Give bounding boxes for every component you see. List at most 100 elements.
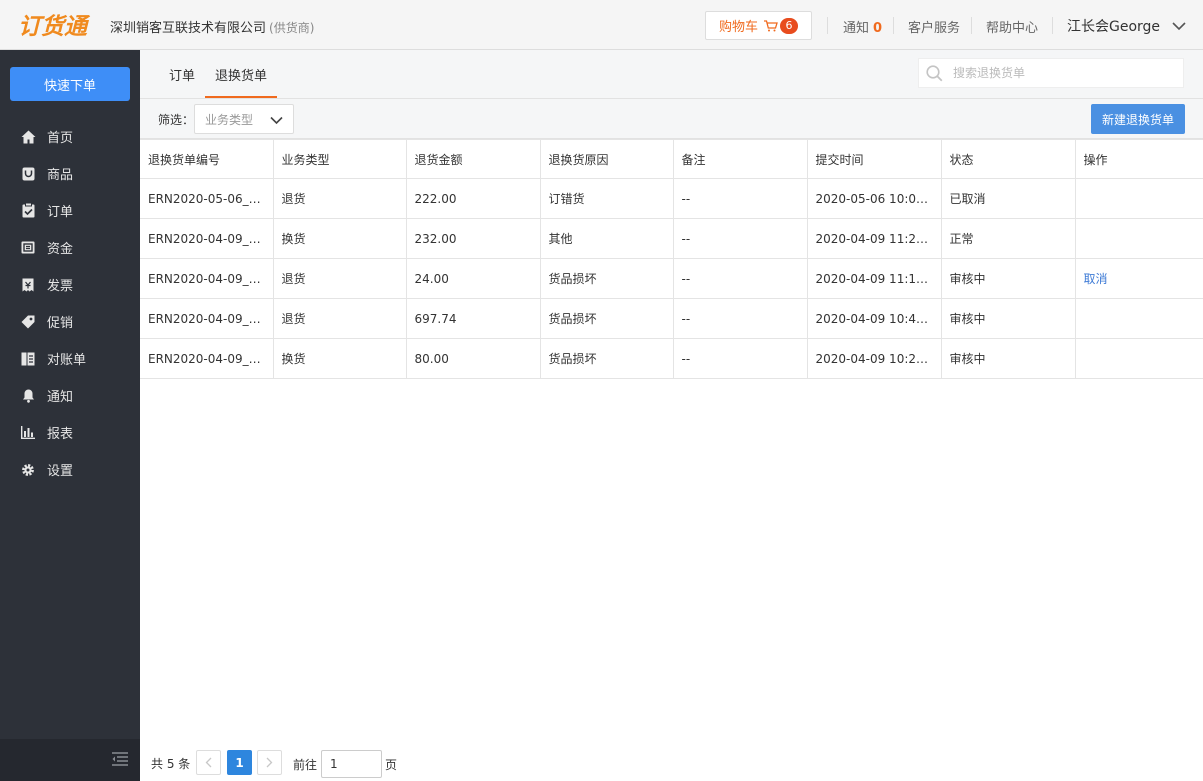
top-bar: 订货通 深圳销客互联技术有限公司 (供货商) 购物车 6 通知 0 客户服务 帮助中… [0, 0, 1203, 50]
goto-suffix: 页 [385, 758, 398, 772]
sidebar-item-label: 订单 [47, 205, 74, 220]
sidebar-item-label: 通知 [47, 390, 74, 405]
svg-text:订货通: 订货通 [18, 14, 91, 39]
bar-chart-icon [20, 425, 36, 441]
search-icon [926, 64, 943, 82]
order-id-link[interactable]: ERN2020-04-09_0… [140, 258, 274, 299]
sidebar-item-label: 发票 [47, 279, 74, 294]
cancel-link[interactable]: 取消 [1084, 272, 1108, 286]
bag-icon [20, 166, 36, 182]
note-cell: -- [672, 298, 808, 339]
time-cell: 2020-04-09 10:25:37 [806, 338, 942, 379]
status-cell: 审核中 [940, 258, 1076, 299]
amount-cell: 232.00 [405, 218, 541, 259]
sidebar-item-notice[interactable]: 通知 [0, 377, 140, 414]
tab-bar: 订单 退换货单 [140, 50, 1203, 99]
order-id-link[interactable]: ERN2020-04-09_0… [140, 338, 274, 379]
return-orders-table: 退换货单编号 业务类型 退货金额 退换货原因 备注 提交时间 状态 操作 ERN… [140, 139, 1203, 379]
status-cell: 正常 [940, 218, 1076, 259]
divider [971, 17, 972, 34]
next-page-button[interactable] [257, 750, 282, 775]
sidebar-item-label: 首页 [47, 131, 74, 146]
user-menu[interactable]: 江长会George [1067, 16, 1186, 36]
table-row: ERN2020-05-06_0… 退货 222.00 订错货 -- 2020-0… [140, 178, 1203, 219]
cart-icon [764, 19, 778, 32]
status-cell: 已取消 [940, 178, 1076, 219]
reason-cell: 货品损坏 [539, 258, 674, 299]
sidebar-item-products[interactable]: 商品 [0, 155, 140, 192]
note-cell: -- [672, 338, 808, 379]
business-type-cell: 退货 [272, 298, 407, 339]
company-name: 深圳销客互联技术有限公司 (供货商) [110, 17, 314, 36]
business-type-cell: 换货 [272, 218, 407, 259]
filter-label: 筛选： [158, 113, 195, 127]
divider [1052, 17, 1053, 34]
cart-button[interactable]: 购物车 6 [705, 11, 812, 40]
money-icon [20, 240, 36, 256]
page-number-button[interactable]: 1 [227, 750, 252, 775]
order-id-link[interactable]: ERN2020-05-06_0… [140, 178, 274, 219]
time-cell: 2020-05-06 10:05:21 [806, 178, 942, 219]
sidebar-item-home[interactable]: 首页 [0, 118, 140, 155]
gear-icon [20, 462, 36, 478]
column-header: 状态 [940, 139, 1076, 179]
order-id-link[interactable]: ERN2020-04-09_0… [140, 298, 274, 339]
company-role: (供货商) [269, 21, 315, 35]
time-cell: 2020-04-09 11:11:11 [806, 258, 942, 299]
logo-icon: 订货通 [18, 14, 91, 39]
tab-returns[interactable]: 退换货单 [215, 65, 267, 84]
sidebar-item-label: 对账单 [47, 353, 87, 368]
goto-label: 前往 [293, 758, 318, 772]
pagination: 共 5 条 1 前往 页 [140, 745, 1203, 781]
select-placeholder: 业务类型 [205, 112, 254, 127]
quick-order-button[interactable]: 快速下单 [10, 67, 130, 101]
clipboard-icon [20, 203, 36, 219]
action-cell [1074, 338, 1203, 379]
amount-cell: 24.00 [405, 258, 541, 299]
total-count: 共 5 条 [151, 757, 191, 771]
sidebar-item-settings[interactable]: 设置 [0, 451, 140, 488]
cart-count-badge: 6 [780, 17, 798, 34]
order-id-link[interactable]: ERN2020-04-09_0… [140, 218, 274, 259]
sidebar-item-orders[interactable]: 订单 [0, 192, 140, 229]
tab-orders[interactable]: 订单 [169, 65, 195, 84]
amount-cell: 80.00 [405, 338, 541, 379]
divider [893, 17, 894, 34]
sidebar-item-invoice[interactable]: 发票 [0, 266, 140, 303]
sidebar-item-promotion[interactable]: 促销 [0, 303, 140, 340]
collapse-menu-icon[interactable] [112, 752, 128, 769]
amount-cell: 697.74 [405, 298, 541, 339]
reason-cell: 货品损坏 [539, 298, 674, 339]
notice-link[interactable]: 通知 0 [843, 17, 882, 36]
table-row: ERN2020-04-09_0… 换货 232.00 其他 -- 2020-04… [140, 218, 1203, 259]
new-return-order-button[interactable]: 新建退换货单 [1091, 104, 1185, 134]
goto-page-input[interactable] [321, 750, 382, 778]
sidebar-item-reports[interactable]: 报表 [0, 414, 140, 451]
active-tab-indicator [205, 96, 277, 98]
sidebar-item-label: 资金 [47, 242, 74, 257]
action-cell: 取消 [1074, 258, 1203, 299]
sidebar-item-funds[interactable]: 资金 [0, 229, 140, 266]
notice-count: 0 [873, 21, 883, 36]
search-box[interactable] [918, 58, 1184, 88]
reason-cell: 其他 [539, 218, 674, 259]
time-cell: 2020-04-09 10:43:44 [806, 298, 942, 339]
help-center-link[interactable]: 帮助中心 [986, 17, 1038, 36]
status-cell: 审核中 [940, 298, 1076, 339]
search-input[interactable] [953, 66, 1153, 80]
sidebar-item-label: 促销 [47, 316, 74, 331]
sidebar: 快速下单 首页 商品 订单 资金 发票 促销 对账单 通知 报表 设置 [0, 50, 140, 781]
note-cell: -- [672, 258, 808, 299]
filter-bar: 筛选： 业务类型 新建退换货单 [140, 99, 1203, 139]
business-type-cell: 换货 [272, 338, 407, 379]
prev-page-button[interactable] [196, 750, 221, 775]
note-cell: -- [672, 178, 808, 219]
business-type-select[interactable]: 业务类型 [194, 104, 294, 134]
customer-service-link[interactable]: 客户服务 [908, 17, 960, 36]
action-cell [1074, 298, 1203, 339]
column-header: 退换货单编号 [140, 139, 274, 179]
column-header: 提交时间 [806, 139, 942, 179]
logo[interactable]: 订货通 [18, 10, 94, 40]
sidebar-item-statement[interactable]: 对账单 [0, 340, 140, 377]
tag-icon [20, 314, 36, 330]
